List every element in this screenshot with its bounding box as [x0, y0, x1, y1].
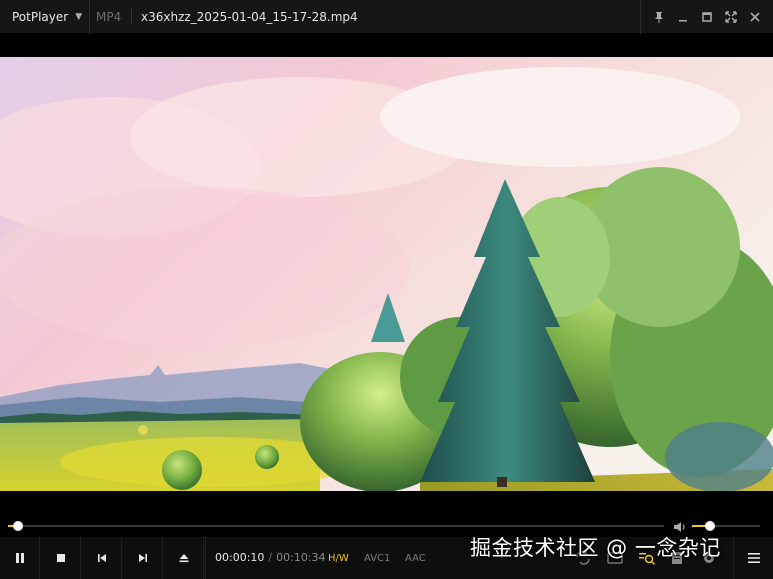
eject-button[interactable] — [164, 537, 204, 579]
maximize-icon[interactable] — [699, 9, 715, 25]
close-icon[interactable] — [747, 9, 763, 25]
time-separator: / — [268, 551, 273, 564]
pin-icon[interactable] — [651, 9, 667, 25]
volume-thumb[interactable] — [704, 521, 715, 531]
watermark-text: 掘金技术社区 @ 一念杂记 — [470, 536, 721, 560]
fullscreen-icon[interactable] — [723, 9, 739, 25]
format-label: MP4 — [96, 10, 122, 24]
time-display[interactable]: 00:00:10/00:10:34 — [215, 537, 326, 579]
eject-icon — [179, 554, 188, 563]
menu-icon — [747, 553, 760, 563]
speaker-icon[interactable] — [673, 519, 687, 533]
seek-thumb[interactable] — [13, 521, 24, 531]
window-title: x36xhzz_2025-01-04_15-17-28.mp4 — [141, 10, 358, 24]
total-time: 00:10:34 — [276, 551, 326, 564]
video-codec-badge[interactable]: AVC1 — [361, 551, 393, 566]
pause-button[interactable] — [0, 537, 40, 579]
audio-codec-badge[interactable]: AAC — [402, 551, 429, 566]
stop-icon — [56, 554, 65, 562]
divider — [205, 537, 206, 579]
volume-slider[interactable] — [692, 521, 760, 531]
pause-icon — [15, 553, 24, 563]
skip-next-icon — [138, 554, 147, 562]
next-button[interactable] — [123, 537, 163, 579]
stop-button[interactable] — [41, 537, 81, 579]
hw-decode-badge[interactable]: H/W — [325, 551, 352, 566]
chevron-down-icon: ▼ — [75, 12, 83, 22]
divider — [131, 9, 132, 25]
video-frame[interactable] — [0, 57, 773, 491]
minimize-icon[interactable] — [675, 9, 691, 25]
previous-button[interactable] — [82, 537, 122, 579]
skip-previous-icon — [97, 554, 106, 562]
window-controls — [640, 0, 773, 34]
video-scene — [0, 57, 773, 491]
brand-menu-button[interactable]: PotPlayer ▼ — [0, 0, 90, 34]
seek-bar[interactable] — [8, 521, 664, 531]
title-bar: PotPlayer ▼ MP4 x36xhzz_2025-01-04_15-17… — [0, 0, 773, 34]
menu-button[interactable] — [733, 537, 773, 579]
current-time: 00:00:10 — [215, 551, 265, 564]
brand-label: PotPlayer — [12, 10, 69, 24]
